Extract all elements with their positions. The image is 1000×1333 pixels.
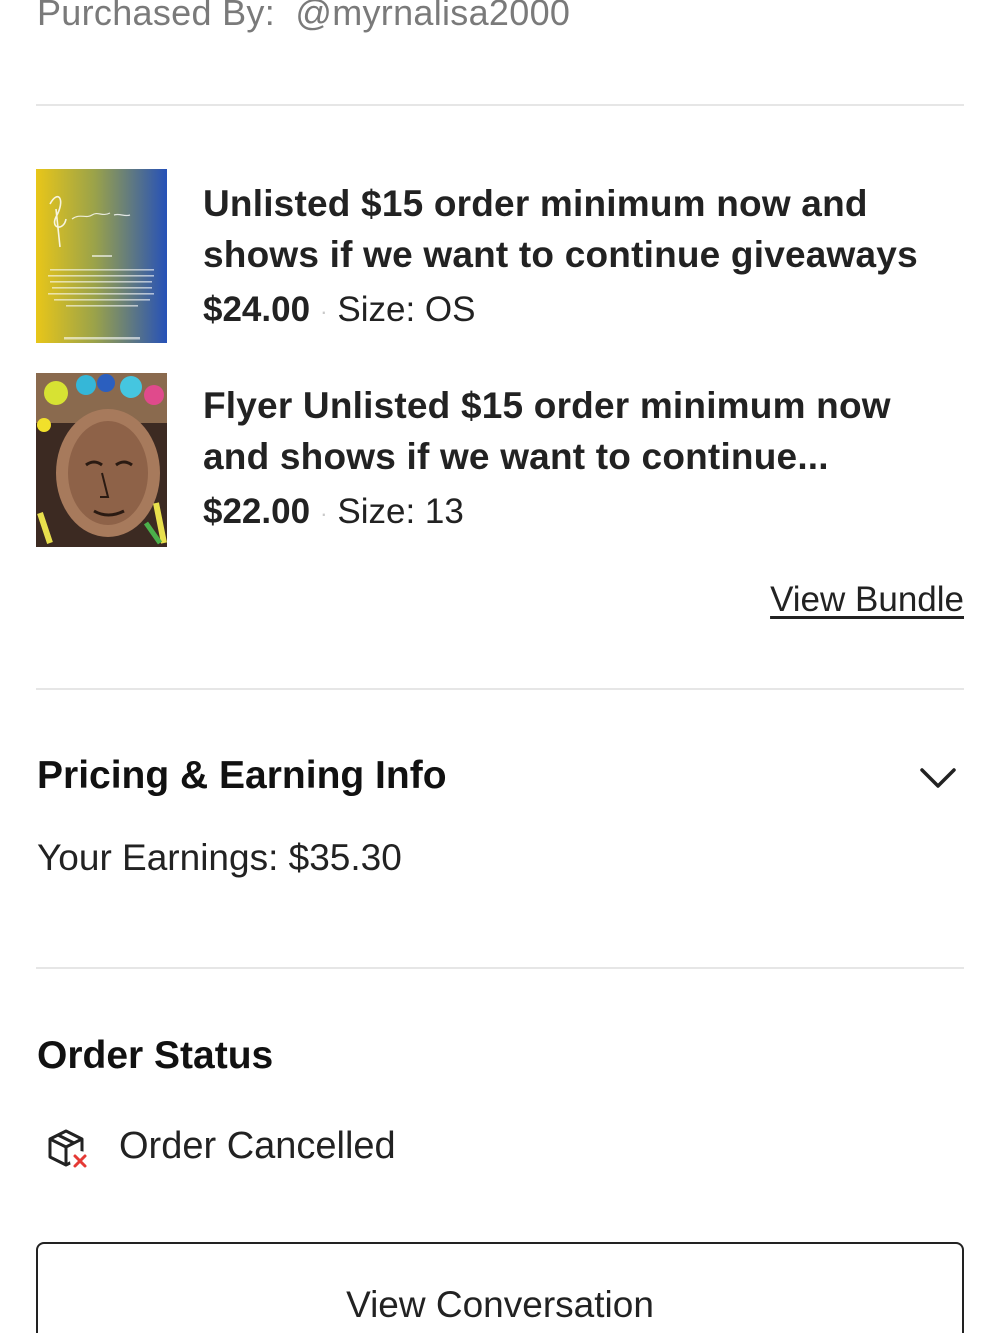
- item-meta: $22.00 · Size: 13: [203, 490, 964, 536]
- divider: [36, 967, 964, 969]
- view-conversation-button[interactable]: View Conversation: [36, 1242, 964, 1333]
- separator-dot: ·: [320, 500, 328, 526]
- view-conversation-label: View Conversation: [346, 1284, 654, 1325]
- pricing-earning-title[interactable]: Pricing & Earning Info: [37, 754, 447, 798]
- item-size: Size: 13: [337, 492, 464, 531]
- order-status-title: Order Status: [37, 1034, 274, 1077]
- purchased-by-row: Purchased By: @myrnalisa2000: [37, 0, 570, 34]
- purchased-by-label: Purchased By:: [37, 0, 276, 33]
- bundle-item[interactable]: Flyer Unlisted $15 order minimum now and…: [36, 373, 964, 547]
- item-price: $22.00: [203, 492, 311, 531]
- item-details: Flyer Unlisted $15 order minimum now and…: [203, 373, 964, 536]
- item-title[interactable]: Unlisted $15 order minimum now and shows…: [203, 178, 964, 280]
- buyer-username[interactable]: @myrnalisa2000: [295, 0, 570, 33]
- item-thumbnail[interactable]: [36, 169, 167, 343]
- item-price: $24.00: [203, 290, 311, 329]
- your-earnings: Your Earnings: $35.30: [37, 837, 402, 878]
- chevron-down-icon[interactable]: [918, 762, 958, 794]
- separator-dot: ·: [320, 298, 328, 324]
- item-details: Unlisted $15 order minimum now and shows…: [203, 169, 964, 334]
- item-size: Size: OS: [337, 290, 476, 329]
- item-thumbnail[interactable]: [36, 373, 167, 547]
- package-cancelled-icon: [44, 1127, 92, 1173]
- divider: [36, 104, 964, 106]
- divider: [36, 688, 964, 690]
- order-status-text: Order Cancelled: [119, 1125, 396, 1167]
- item-meta: $24.00 · Size: OS: [203, 288, 964, 334]
- view-bundle-link[interactable]: View Bundle: [770, 580, 964, 620]
- bundle-item[interactable]: Unlisted $15 order minimum now and shows…: [36, 169, 964, 343]
- order-status-row: Order Cancelled: [44, 1125, 644, 1175]
- item-title[interactable]: Flyer Unlisted $15 order minimum now and…: [203, 380, 964, 482]
